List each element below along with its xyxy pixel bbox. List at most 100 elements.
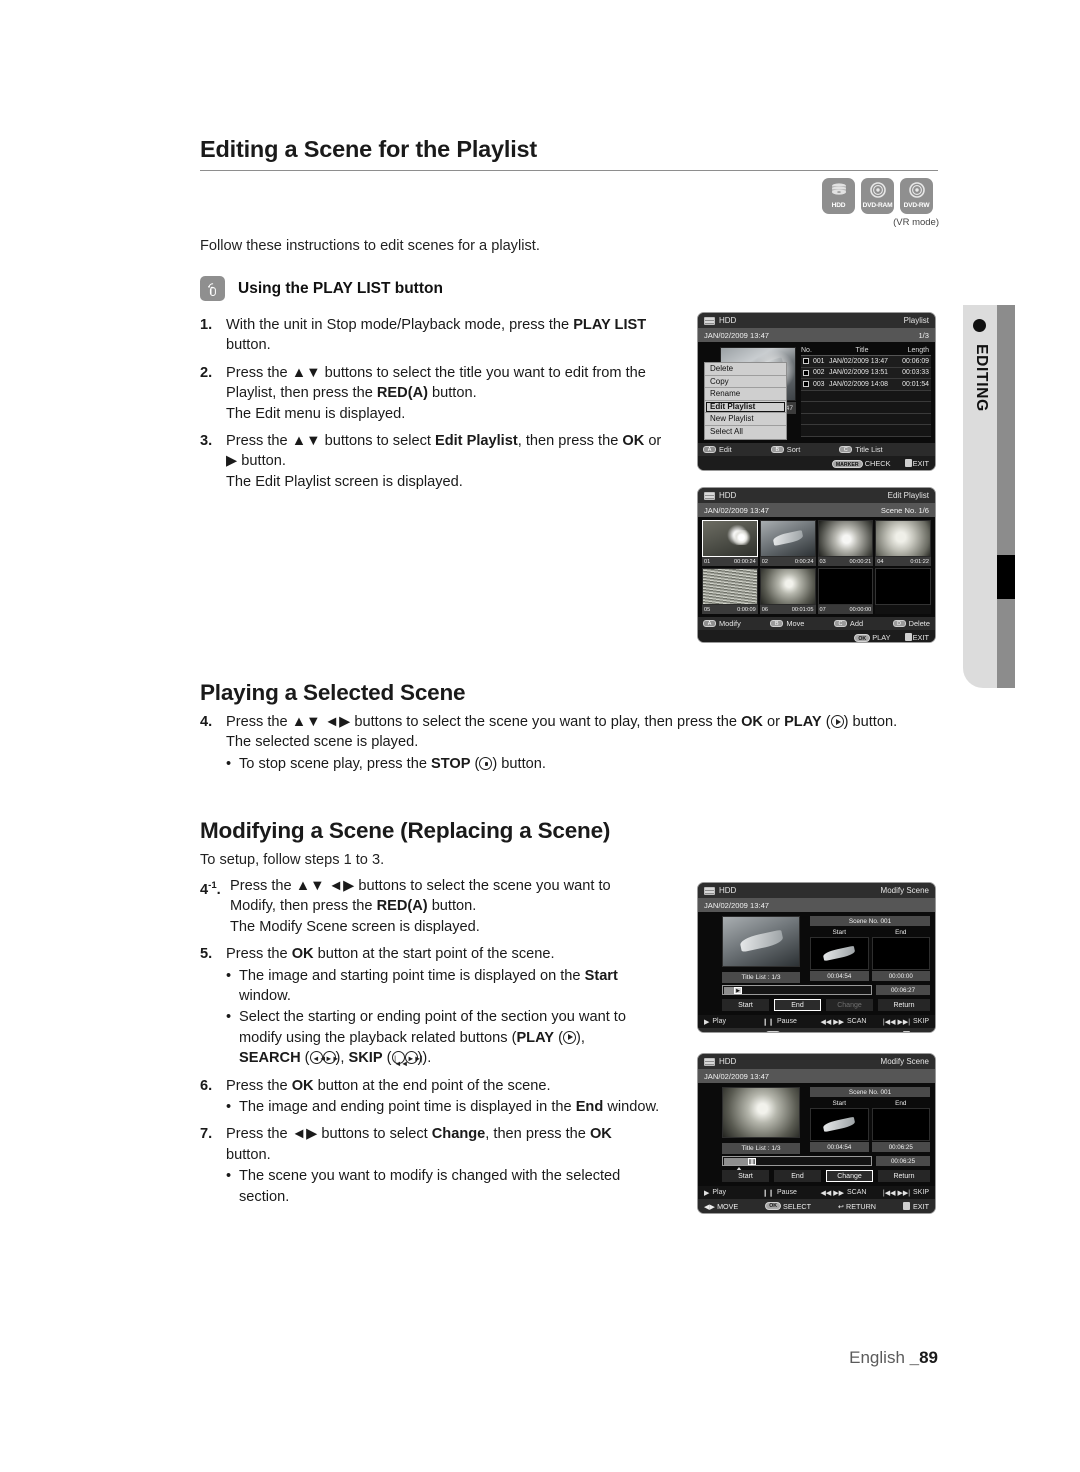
- row-checkbox[interactable]: [801, 358, 813, 365]
- scene-number: 05: [704, 606, 711, 613]
- yellow-c-button-icon[interactable]: C: [839, 446, 853, 453]
- key-delete[interactable]: D Delete: [892, 619, 930, 628]
- osd-source: HDD: [704, 886, 736, 895]
- bullet-text-a: The scene you want to modify is changed …: [239, 1168, 621, 1185]
- start-button[interactable]: Start: [722, 999, 769, 1011]
- key-modify[interactable]: A Modify: [703, 619, 741, 628]
- playhead-knob[interactable]: ▶: [734, 987, 742, 994]
- step-line: Press the OK button at the start point o…: [226, 944, 690, 964]
- step-text-tail: button at the start point of the scene.: [313, 946, 555, 963]
- menu-item-new-playlist[interactable]: New Playlist: [705, 413, 786, 426]
- menu-item-select-all[interactable]: Select All: [705, 426, 786, 439]
- return-button[interactable]: Return: [878, 1170, 930, 1182]
- blue-d-button-icon[interactable]: D: [892, 620, 906, 627]
- start-window-label: Start: [584, 967, 618, 984]
- scene-number: 01: [704, 558, 711, 565]
- playback-progress-bar[interactable]: ▶: [722, 985, 872, 995]
- scene-cell[interactable]: 05 0:00:09: [702, 568, 758, 614]
- ok-button-icon[interactable]: OK: [765, 1031, 782, 1032]
- intro-text: Follow these instructions to edit scenes…: [200, 238, 540, 254]
- step-body: With the unit in Stop mode/Playback mode…: [226, 315, 680, 356]
- scene-cell[interactable]: 03 00:00:21: [817, 520, 874, 566]
- ok-button-icon[interactable]: OK: [854, 633, 871, 642]
- table-row[interactable]: 001 JAN/02/2009 13:47 00:06:09: [801, 356, 931, 368]
- start-time: 00:04:54: [810, 971, 869, 981]
- bullet-text: The scene you want to modify is changed …: [239, 1166, 690, 1207]
- step-line: The Edit menu is displayed.: [226, 405, 406, 422]
- playback-progress-bar[interactable]: ❙❙: [722, 1156, 872, 1171]
- key-move[interactable]: B Move: [770, 619, 804, 628]
- footer-play[interactable]: OK PLAY: [854, 633, 891, 642]
- scene-cell[interactable]: 02 0:00:24: [759, 520, 816, 566]
- step-body: Press the ▲▼ buttons to select Edit Play…: [226, 431, 680, 492]
- end-button[interactable]: End: [774, 999, 821, 1011]
- hdd-stack-icon: [831, 183, 846, 195]
- bullet-marker: •: [226, 1009, 232, 1026]
- scene-cell[interactable]: 01 00:00:24: [702, 520, 758, 566]
- step-number: 2.: [200, 364, 213, 381]
- menu-item-rename[interactable]: Rename: [705, 388, 786, 401]
- yellow-c-button-icon[interactable]: C: [833, 620, 847, 627]
- setup-note: To setup, follow steps 1 to 3.: [200, 852, 385, 868]
- menu-item-copy[interactable]: Copy: [705, 376, 786, 389]
- step-number-sup: -1: [208, 880, 217, 891]
- key-sort[interactable]: B Sort: [770, 445, 800, 454]
- step-number: 1.: [200, 317, 213, 333]
- nav-exit[interactable]: EXIT: [903, 1031, 929, 1032]
- nav-exit[interactable]: EXIT: [903, 1202, 929, 1211]
- change-button[interactable]: Change: [826, 999, 873, 1011]
- marker-button-icon[interactable]: MARKER: [831, 459, 863, 468]
- red-a-button-icon[interactable]: A: [703, 620, 716, 627]
- key-title-list[interactable]: C Title List: [839, 445, 883, 454]
- hint-skip: |◀◀ ▶▶| SKIP: [882, 1189, 929, 1197]
- nav-move[interactable]: ◀▶ MOVE: [704, 1031, 738, 1033]
- footer-check[interactable]: MARKER CHECK: [831, 459, 891, 468]
- transport-hint-bar: ▶ Play ❙❙ Pause ◀◀ ▶▶ SCAN |◀◀ ▶▶| SKIP: [698, 1015, 935, 1028]
- key-edit[interactable]: A Edit: [703, 445, 732, 454]
- disc-icon: [869, 182, 886, 198]
- green-b-button-icon[interactable]: B: [770, 446, 784, 453]
- step-item: 4. Press the ▲▼ ◄▶ buttons to select the…: [200, 712, 940, 774]
- return-button[interactable]: Return: [878, 999, 930, 1011]
- red-a-button-icon[interactable]: A: [703, 446, 716, 453]
- step-line: button.: [226, 1146, 271, 1163]
- step-text-tail: button.: [427, 898, 477, 915]
- key-add[interactable]: C Add: [833, 619, 863, 628]
- row-length: 00:06:09: [902, 357, 929, 365]
- table-row[interactable]: 002 JAN/02/2009 13:51 00:03:33: [801, 367, 931, 379]
- osd-source-label: HDD: [719, 491, 737, 500]
- scene-cell[interactable]: 06 00:01:05: [759, 568, 816, 614]
- row-checkbox[interactable]: [801, 381, 813, 388]
- end-button[interactable]: End: [774, 1170, 821, 1182]
- ok-key-label: OK: [741, 714, 763, 730]
- end-time: 00:06:25: [871, 1142, 930, 1152]
- change-key-label: Change: [431, 1126, 486, 1143]
- playhead-knob[interactable]: ❙❙: [748, 1158, 756, 1165]
- nav-move[interactable]: ◀▶ MOVE: [704, 1202, 738, 1211]
- menu-item-delete[interactable]: Delete: [705, 363, 786, 376]
- footer-exit[interactable]: EXIT: [904, 632, 929, 642]
- start-button[interactable]: Start: [722, 1170, 769, 1182]
- scene-cell-empty[interactable]: 07 00:00:00: [817, 568, 874, 614]
- step-line: Press the ▲▼ buttons to select Edit Play…: [226, 433, 662, 450]
- row-no: 001: [813, 357, 825, 365]
- change-button[interactable]: Change: [826, 1170, 873, 1182]
- title-divider: [200, 170, 938, 171]
- nav-select[interactable]: OK SELECT: [765, 1202, 811, 1211]
- menu-item-edit-playlist[interactable]: Edit Playlist: [705, 400, 786, 414]
- scene-duration: 00:00:00: [849, 606, 872, 613]
- ok-button-icon[interactable]: OK: [765, 1202, 782, 1210]
- table-row-empty: [801, 425, 931, 437]
- green-b-button-icon[interactable]: B: [770, 620, 784, 627]
- scene-cell[interactable]: 04 0:01:22: [875, 520, 931, 566]
- edit-context-menu[interactable]: Delete Copy Rename Edit Playlist New Pla…: [704, 362, 787, 440]
- nav-select[interactable]: OK SELECT: [765, 1031, 811, 1032]
- table-row[interactable]: 003 JAN/02/2009 14:08 00:01:54: [801, 379, 931, 391]
- step-bullet: • The scene you want to modify is change…: [226, 1166, 690, 1207]
- row-checkbox[interactable]: [801, 369, 813, 376]
- nav-return[interactable]: ↩ RETURN: [838, 1031, 876, 1033]
- total-time: 00:06:27: [876, 985, 930, 995]
- footer-exit[interactable]: EXIT: [904, 458, 929, 468]
- start-end-columns: Start 00:04:54 End 00:06:25: [810, 1099, 930, 1152]
- nav-return[interactable]: ↩ RETURN: [838, 1202, 876, 1211]
